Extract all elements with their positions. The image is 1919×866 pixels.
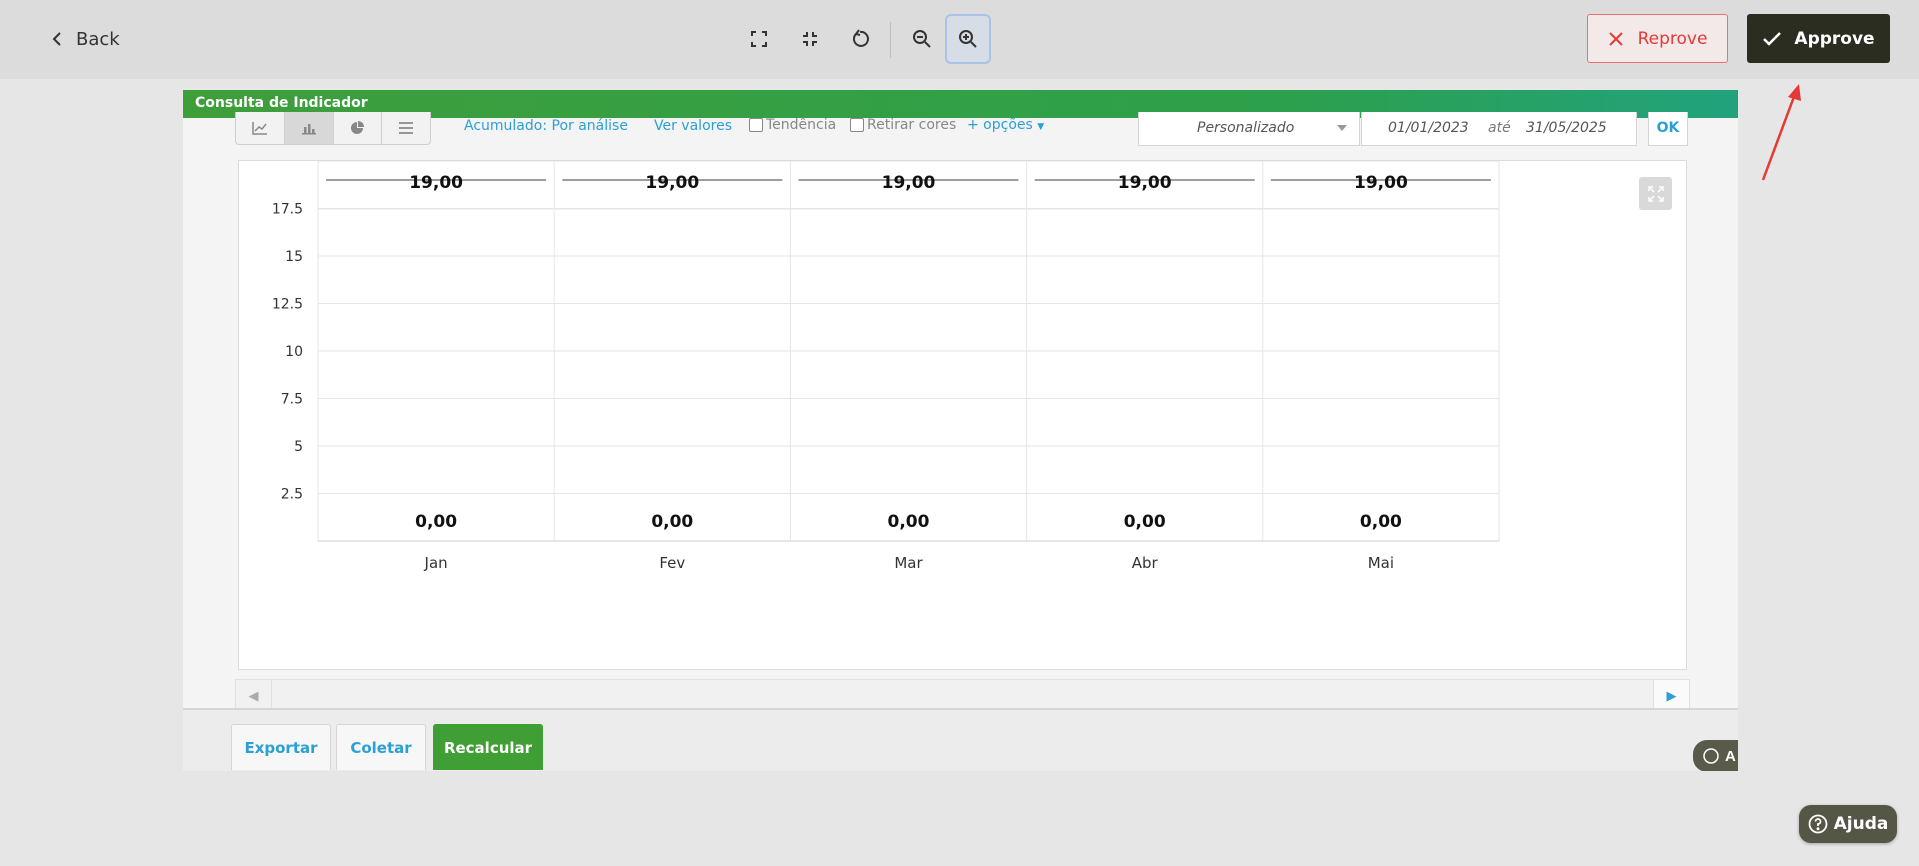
data-label: 19,00 (645, 173, 699, 193)
exit-fullscreen-button[interactable] (787, 14, 833, 64)
help-label: Ajuda (1833, 814, 1889, 834)
tendencia-label: Tendência (766, 117, 837, 133)
accumulated-link[interactable]: Acumulado: Por análise (464, 118, 628, 134)
bar-chart-tab[interactable] (284, 112, 334, 144)
reprove-label: Reprove (1637, 28, 1708, 49)
triangle-right-icon: ▶ (1666, 688, 1677, 703)
bar-chart-icon (301, 124, 316, 135)
x-tick-label: Jan (424, 554, 448, 572)
toolbar-divider (890, 22, 891, 58)
help-icon (1703, 748, 1719, 764)
data-label: 19,00 (882, 173, 936, 193)
data-label: 0,00 (1124, 512, 1166, 532)
pie-chart-tab[interactable] (334, 112, 383, 144)
chart-container: 2.557.51012.51517.5KGJanFevMarAbrMai19,0… (238, 160, 1687, 670)
date-separator: até (1488, 120, 1511, 136)
ok-button[interactable]: OK (1648, 112, 1688, 146)
caret-down-icon: ▼ (1037, 122, 1045, 132)
line-chart-icon (252, 122, 267, 135)
x-tick-label: Abr (1132, 554, 1159, 572)
help-inner-label: A (1725, 747, 1736, 765)
close-icon (1608, 31, 1623, 46)
zoom-out-icon (913, 30, 931, 48)
retirar-cores-checkbox[interactable]: Retirar cores (850, 117, 956, 133)
x-tick-label: Mar (894, 554, 923, 572)
expand-chart-button[interactable] (1639, 177, 1672, 210)
list-icon (399, 122, 414, 134)
y-tick-label: 5 (294, 439, 303, 455)
x-tick-label: Fev (659, 554, 685, 572)
zoom-in-icon (959, 30, 977, 48)
expand-icon (1647, 185, 1664, 202)
chart-type-selector (235, 112, 431, 145)
rotate-icon (853, 29, 869, 47)
bar-chart: 2.557.51012.51517.5KGJanFevMarAbrMai19,0… (272, 161, 1500, 572)
back-label: Back (76, 28, 120, 50)
retirar-cores-label: Retirar cores (867, 117, 957, 133)
exit-fullscreen-icon (803, 32, 817, 46)
y-tick-label: 10 (285, 344, 303, 360)
top-toolbar: Back Reprove Approve (0, 0, 1919, 79)
date-to-field[interactable]: 31/05/2025 (1526, 120, 1607, 136)
dropdown-caret-icon (1337, 125, 1347, 131)
data-label: 19,00 (1354, 173, 1408, 193)
triangle-left-icon: ◀ (248, 688, 259, 703)
back-button[interactable]: Back (52, 24, 120, 54)
list-tab[interactable] (382, 112, 430, 144)
y-tick-label: 17.5 (272, 202, 303, 218)
help-button-inner[interactable]: A (1693, 740, 1738, 771)
data-label: 0,00 (888, 512, 930, 532)
ver-valores-link[interactable]: Ver valores (654, 118, 732, 134)
approve-button[interactable]: Approve (1747, 14, 1890, 63)
help-icon (1808, 814, 1828, 834)
tendencia-checkbox[interactable]: Tendência (749, 117, 836, 133)
retirar-cores-box[interactable] (850, 118, 864, 132)
y-tick-label: 7.5 (281, 392, 303, 408)
exportar-button[interactable]: Exportar (231, 724, 331, 770)
data-label: 19,00 (409, 173, 463, 193)
options-link[interactable]: + opções ▼ (967, 117, 1044, 133)
tendencia-box[interactable] (749, 118, 763, 132)
data-label: 0,00 (651, 512, 693, 532)
date-from-field[interactable]: 01/01/2023 (1388, 120, 1469, 136)
pie-chart-icon (351, 121, 365, 134)
checkmark-icon (1763, 31, 1782, 46)
coletar-button[interactable]: Coletar (336, 724, 426, 770)
indicator-panel: Consulta de Indicador Acumulado: Por aná… (183, 90, 1738, 771)
chevron-left-icon (52, 32, 61, 46)
panel-footer: Exportar Coletar Recalcular (183, 708, 1738, 771)
zoom-in-button[interactable] (945, 14, 991, 64)
fullscreen-button[interactable] (736, 14, 782, 64)
y-tick-label: 2.5 (281, 487, 303, 503)
rotate-button[interactable] (837, 14, 883, 64)
y-tick-label: 12.5 (272, 297, 303, 313)
approve-label: Approve (1794, 28, 1875, 49)
zoom-out-button[interactable] (899, 14, 945, 64)
panel-title: Consulta de Indicador (195, 95, 368, 111)
data-label: 19,00 (1118, 173, 1172, 193)
x-tick-label: Mai (1368, 554, 1394, 572)
line-chart-tab[interactable] (236, 112, 285, 144)
data-label: 0,00 (415, 512, 457, 532)
fullscreen-icon (751, 31, 767, 47)
date-range: 01/01/2023 até 31/05/2025 (1361, 112, 1637, 146)
y-tick-label: 15 (285, 249, 303, 265)
period-value: Personalizado (1197, 120, 1295, 136)
help-button[interactable]: Ajuda (1799, 805, 1897, 843)
options-label: + opções (967, 117, 1033, 133)
reprove-button[interactable]: Reprove (1587, 14, 1728, 63)
annotation-arrow-icon (1761, 84, 1801, 181)
period-select[interactable]: Personalizado (1138, 112, 1360, 146)
data-label: 0,00 (1360, 512, 1402, 532)
recalcular-button[interactable]: Recalcular (433, 724, 543, 770)
